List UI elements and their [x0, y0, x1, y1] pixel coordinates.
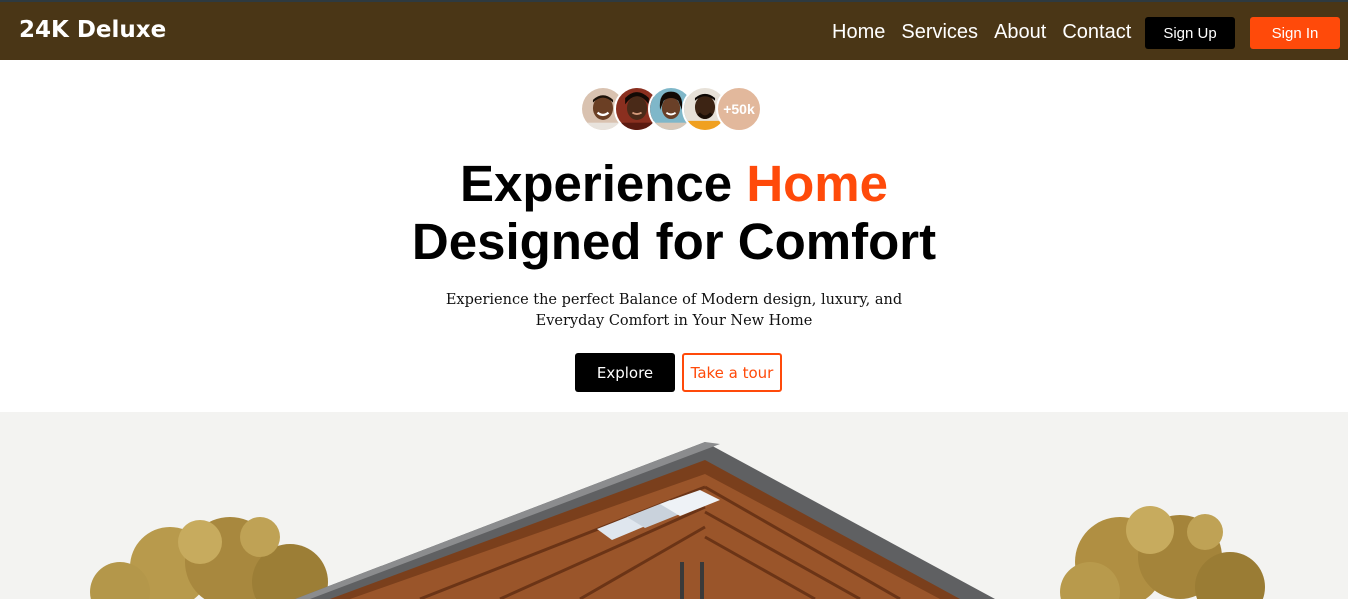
sign-up-button[interactable]: Sign Up	[1145, 17, 1235, 49]
member-count-badge: +50k	[716, 86, 762, 132]
hero-house-image	[0, 412, 1348, 599]
nav-link-home[interactable]: Home	[832, 20, 885, 44]
hero-subtitle: Experience the perfect Balance of Modern…	[0, 290, 1348, 332]
hero-title: Experience Home Designed for Comfort	[0, 155, 1348, 271]
nav-link-contact[interactable]: Contact	[1062, 20, 1131, 44]
hero-title-part1: Experience	[459, 155, 747, 212]
nav-link-services[interactable]: Services	[901, 20, 978, 44]
hero-subtitle-line2: Everyday Comfort in Your New Home	[535, 313, 813, 329]
navbar: 24K Deluxe Home Services About Contact S…	[0, 2, 1348, 60]
hero-title-accent: Home	[746, 155, 889, 212]
hero-subtitle-line1: Experience the perfect Balance of Modern…	[445, 292, 903, 308]
take-a-tour-button[interactable]: Take a tour	[682, 353, 782, 392]
nav-links: Home Services About Contact	[832, 20, 1147, 44]
brand-logo[interactable]: 24K Deluxe	[19, 17, 166, 43]
explore-button[interactable]: Explore	[575, 353, 675, 392]
sign-in-button[interactable]: Sign In	[1250, 17, 1340, 49]
nav-link-about[interactable]: About	[994, 20, 1046, 44]
hero-title-line2: Designed for Comfort	[411, 213, 937, 270]
avatar-stack: +50k	[580, 86, 766, 132]
